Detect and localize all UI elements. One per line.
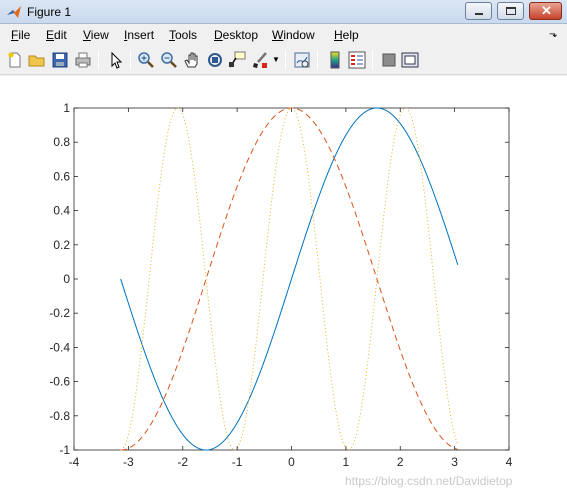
- y-tick-label: 0.8: [53, 135, 70, 149]
- zoom-out-icon[interactable]: [160, 51, 178, 69]
- x-tick-label: 3: [451, 455, 458, 469]
- menu-tools[interactable]: Tools: [169, 28, 197, 42]
- show-plot-tools-icon[interactable]: [401, 51, 419, 69]
- rotate-3d-icon[interactable]: [206, 51, 224, 69]
- brush-icon[interactable]: [251, 51, 269, 69]
- y-tick-label: 0.2: [53, 238, 70, 252]
- toolbar-separator: [372, 50, 373, 70]
- insert-legend-icon[interactable]: [348, 51, 366, 69]
- watermark-text: https://blog.csdn.net/Davidietop: [345, 474, 513, 488]
- x-tick-label: 1: [343, 455, 350, 469]
- print-icon[interactable]: [74, 51, 92, 69]
- y-tick-label: -1: [59, 443, 70, 457]
- menu-file[interactable]: File: [11, 28, 30, 42]
- menu-desktop[interactable]: Desktop: [214, 28, 258, 42]
- toolbar-separator: [98, 50, 99, 70]
- window-title: Figure 1: [27, 5, 72, 19]
- menu-insert[interactable]: Insert: [124, 28, 154, 42]
- new-figure-icon[interactable]: [6, 51, 24, 69]
- y-tick-label: 1: [63, 101, 70, 115]
- title-bar[interactable]: Figure 1 ✕: [0, 0, 567, 24]
- menu-edit[interactable]: Edit: [46, 28, 67, 42]
- minimize-button[interactable]: [465, 2, 492, 20]
- y-tick-label: -0.6: [49, 375, 70, 389]
- menu-view[interactable]: View: [83, 28, 109, 42]
- brush-dropdown-icon[interactable]: ▼: [272, 55, 280, 64]
- toolbar-separator: [285, 50, 286, 70]
- y-tick-label: 0.4: [53, 204, 70, 218]
- figure-toolbar: ▼: [0, 45, 567, 75]
- x-tick-label: 0: [288, 455, 295, 469]
- maximize-button[interactable]: [497, 2, 524, 20]
- matlab-logo-icon: [7, 6, 21, 18]
- y-tick-label: 0: [63, 272, 70, 286]
- zoom-in-icon[interactable]: [137, 51, 155, 69]
- edit-plot-arrow-icon[interactable]: [107, 51, 125, 69]
- link-plot-icon[interactable]: [293, 51, 311, 69]
- minimize-icon: [475, 13, 483, 15]
- menu-help[interactable]: Help: [334, 28, 359, 42]
- hide-plot-tools-icon[interactable]: [380, 51, 398, 69]
- data-cursor-icon[interactable]: [228, 51, 246, 69]
- y-tick-label: -0.8: [49, 409, 70, 423]
- x-tick-label: 2: [397, 455, 404, 469]
- save-icon[interactable]: [51, 51, 69, 69]
- x-tick-label: -2: [177, 455, 188, 469]
- close-icon: ✕: [541, 3, 552, 18]
- x-tick-label: -3: [123, 455, 134, 469]
- menu-bar: File Edit View Insert Tools Desktop Wind…: [0, 25, 567, 45]
- maximize-icon: [506, 7, 516, 15]
- y-tick-label: -0.4: [49, 340, 70, 354]
- menu-window[interactable]: Window: [272, 28, 315, 42]
- close-button[interactable]: ✕: [529, 2, 562, 20]
- x-tick-label: -4: [69, 455, 80, 469]
- x-tick-label: -1: [232, 455, 243, 469]
- x-tick-label: 4: [506, 455, 513, 469]
- axes[interactable]: -4 -3 -2 -1 0 1 2 3 4 1 0.8 0.6 0.4 0.2 0 -0.2 -0.4 -0.6 -…: [0, 76, 567, 495]
- pan-hand-icon[interactable]: [183, 51, 201, 69]
- y-tick-label: 0.6: [53, 169, 70, 183]
- toolbar-separator: [130, 50, 131, 70]
- insert-colorbar-icon[interactable]: [326, 51, 344, 69]
- open-file-icon[interactable]: [28, 51, 46, 69]
- toolbar-separator: [317, 50, 318, 70]
- y-tick-label: -0.2: [49, 306, 70, 320]
- dock-arrow-icon[interactable]: ⬎: [549, 29, 557, 40]
